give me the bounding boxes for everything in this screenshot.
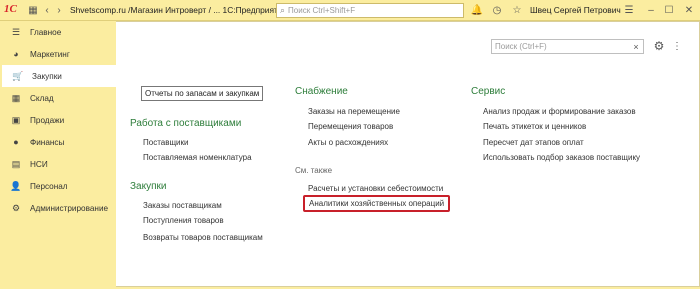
link-returns[interactable]: Возвраты товаров поставщикам (143, 233, 263, 242)
link-receipts[interactable]: Поступления товаров (143, 216, 224, 225)
home-grid-icon[interactable]: ▦ (26, 3, 40, 17)
section-search-placeholder: Поиск (Ctrl+F) (495, 42, 547, 51)
sidebar-item-personnel[interactable]: 👤 Персонал (0, 175, 116, 197)
warehouse-icon: ▦ (11, 92, 21, 103)
sidebar: ☰ Главное ◕ Маркетинг 🛒 Закупки ▦ Склад … (0, 21, 116, 289)
history-icon[interactable]: ◷ (490, 3, 504, 17)
link-suppliers[interactable]: Поставщики (143, 138, 189, 147)
sidebar-item-main[interactable]: ☰ Главное (0, 21, 116, 43)
sidebar-item-label: Администрирование (30, 203, 109, 213)
app-logo: 1С (4, 3, 17, 15)
link-sales-analysis[interactable]: Анализ продаж и формирование заказов (483, 107, 636, 116)
sidebar-item-warehouse[interactable]: ▦ Склад (0, 87, 116, 109)
link-supplied-items[interactable]: Поставляемая номенклатура (143, 153, 252, 162)
directory-icon: ▤ (11, 158, 21, 169)
sidebar-item-admin[interactable]: ⚙ Администрирование (0, 197, 116, 219)
link-order-picking[interactable]: Использовать подбор заказов поставщику (483, 153, 640, 162)
main-panel: Поиск (Ctrl+F) × ⚙ ⋮ Отчеты по запасам и… (116, 21, 700, 287)
person-icon: 👤 (10, 180, 22, 191)
sidebar-item-label: Главное (30, 27, 62, 37)
cart-icon: 🛒 (12, 70, 24, 81)
link-business-analytics[interactable]: Аналитики хозяйственных операций (303, 195, 451, 212)
search-icon: ⌕ (280, 5, 286, 15)
sidebar-item-sales[interactable]: ▣ Продажи (0, 109, 116, 131)
group-title-service: Сервис (471, 86, 506, 97)
sidebar-item-purchases[interactable]: 🛒 Закупки (2, 65, 116, 87)
sidebar-item-label: Закупки (32, 71, 62, 81)
link-transfers[interactable]: Перемещения товаров (308, 122, 393, 131)
see-also-label: См. также (295, 166, 333, 175)
sales-icon: ▣ (11, 114, 21, 125)
close-icon[interactable]: ✕ (682, 3, 696, 17)
global-search-placeholder: Поиск Ctrl+Shift+F (288, 6, 356, 15)
sidebar-item-label: Продажи (30, 115, 65, 125)
sidebar-item-label: Финансы (30, 137, 65, 147)
link-transfer-orders[interactable]: Заказы на перемещение (308, 107, 400, 116)
bell-icon[interactable]: 🔔 (470, 3, 484, 17)
link-print-labels[interactable]: Печать этикеток и ценников (483, 122, 586, 131)
menu-icon: ☰ (11, 26, 21, 37)
gear-icon[interactable]: ⚙ (652, 39, 666, 53)
sidebar-item-directory[interactable]: ▤ НСИ (0, 153, 116, 175)
star-icon[interactable]: ☆ (510, 3, 524, 17)
link-supplier-orders[interactable]: Заказы поставщикам (143, 201, 222, 210)
finance-icon: ● (13, 137, 19, 147)
sidebar-item-label: Персонал (30, 181, 68, 191)
user-name[interactable]: Швец Сергей Петрович (530, 5, 621, 15)
report-button[interactable]: Отчеты по запасам и закупкам (141, 86, 264, 101)
more-icon[interactable]: ⋮ (672, 39, 682, 53)
group-title-purchases: Закупки (130, 181, 167, 192)
global-search-input[interactable]: ⌕ Поиск Ctrl+Shift+F (276, 3, 464, 18)
admin-icon: ⚙ (11, 202, 21, 213)
group-title-supply: Снабжение (295, 86, 348, 97)
sidebar-item-marketing[interactable]: ◕ Маркетинг (0, 43, 116, 65)
link-recalc-payment-dates[interactable]: Пересчет дат этапов оплат (483, 138, 584, 147)
sidebar-item-label: Склад (30, 93, 54, 103)
forward-arrow-icon[interactable]: › (52, 3, 66, 17)
top-bar: 1С ▦ ‹ › Shvetscomp.ru /Магазин Интровер… (0, 0, 700, 21)
sidebar-item-label: Маркетинг (30, 49, 70, 59)
settings-lines-icon[interactable]: ☰ (622, 3, 636, 17)
window-title: Shvetscomp.ru /Магазин Интроверт / ... 1… (70, 5, 288, 15)
maximize-icon[interactable]: ☐ (662, 3, 676, 17)
clear-icon[interactable]: × (629, 42, 643, 52)
sidebar-item-label: НСИ (30, 159, 48, 169)
marketing-icon: ◕ (13, 49, 19, 59)
group-title-suppliers: Работа с поставщиками (130, 118, 242, 129)
minimize-icon[interactable]: – (644, 3, 658, 17)
link-discrepancy-acts[interactable]: Акты о расхождениях (308, 138, 388, 147)
sidebar-item-finance[interactable]: ● Финансы (0, 131, 116, 153)
link-cost-settings[interactable]: Расчеты и установки себестоимости (308, 184, 443, 193)
section-search-input[interactable]: Поиск (Ctrl+F) × (491, 39, 644, 54)
